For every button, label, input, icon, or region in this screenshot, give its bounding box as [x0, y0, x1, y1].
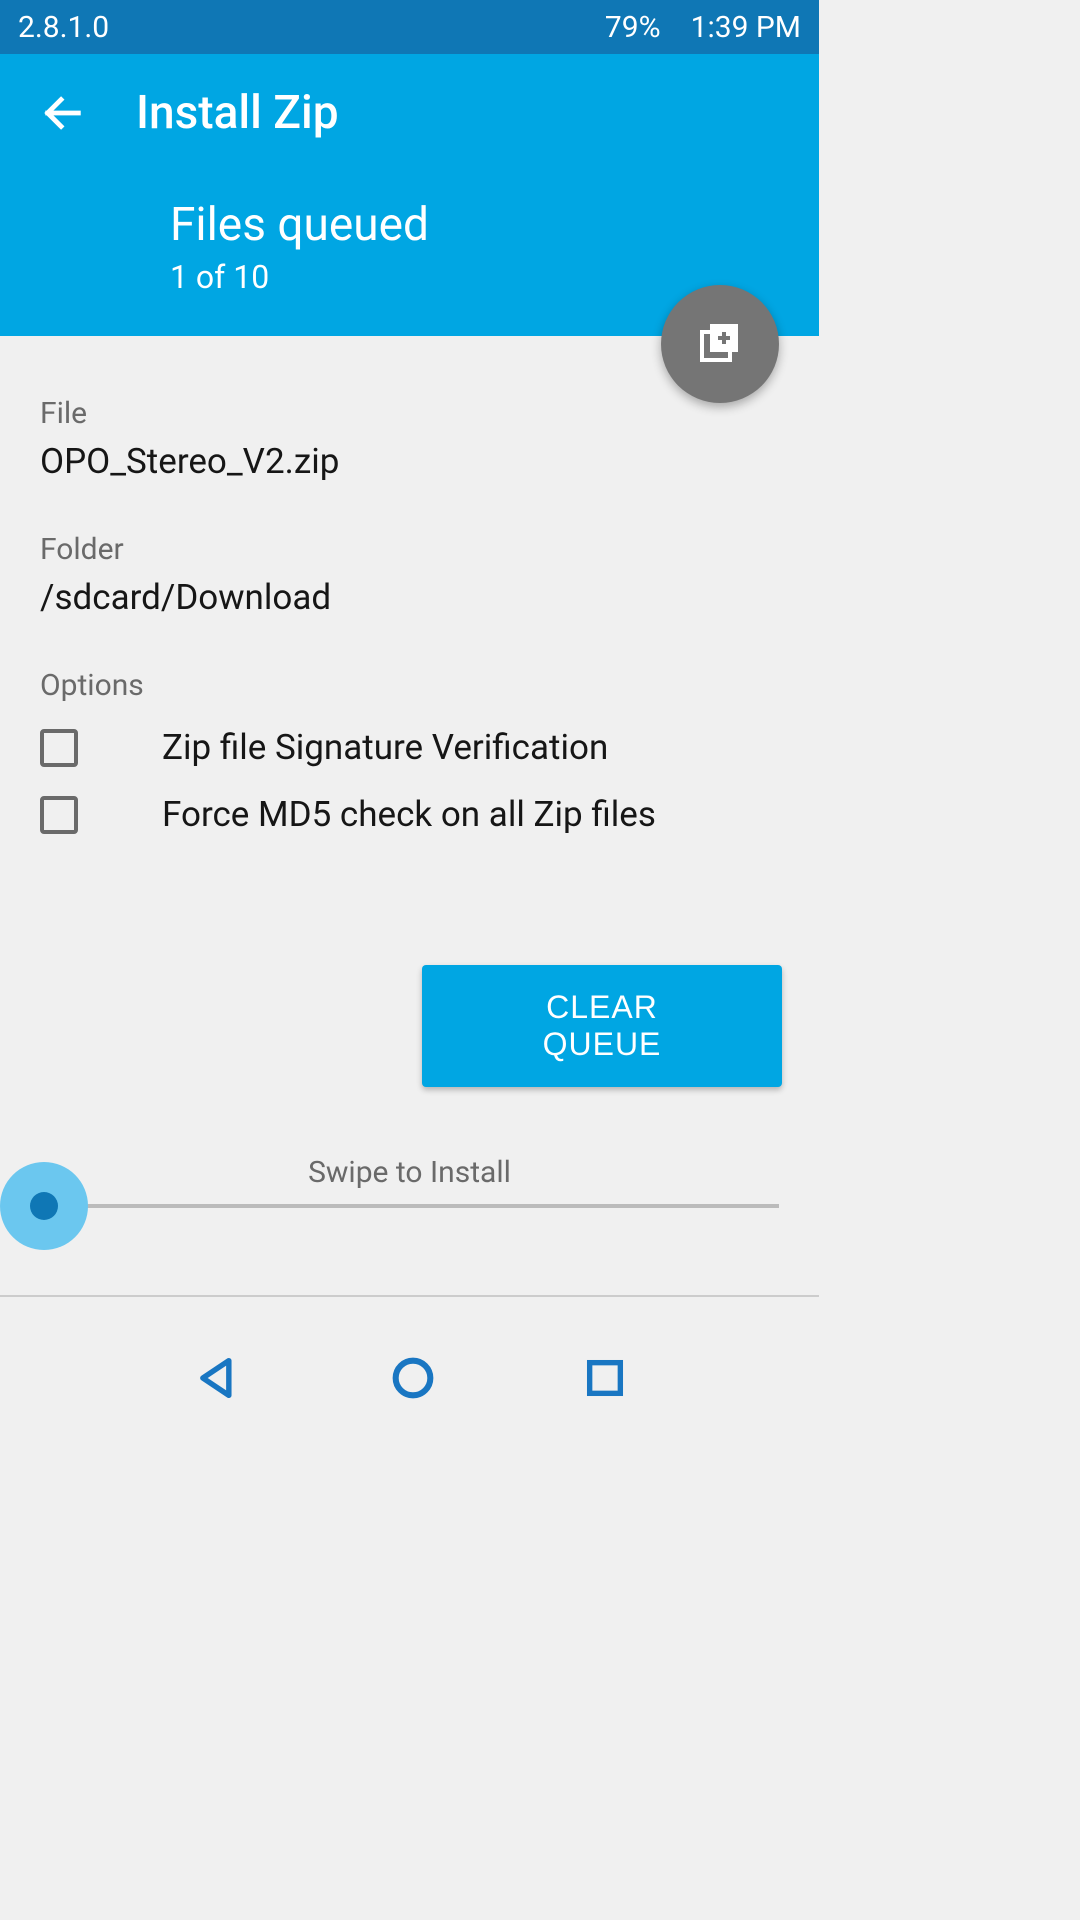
nav-back-icon[interactable] [192, 1352, 244, 1408]
file-value[interactable]: OPO_Stereo_V2.zip [40, 441, 779, 482]
queue-count: 1 of 10 [170, 258, 779, 296]
back-arrow-icon[interactable] [40, 90, 86, 136]
slider-track [40, 1204, 779, 1208]
swipe-label: Swipe to Install [308, 1155, 511, 1190]
option-signature-verification[interactable]: Zip file Signature Verification [40, 727, 779, 768]
add-to-queue-button[interactable] [661, 285, 779, 403]
swipe-to-install[interactable]: Swipe to Install [40, 1155, 779, 1208]
checkbox-icon [40, 796, 78, 834]
add-queue-icon [696, 318, 744, 370]
battery-text: 79% [605, 10, 661, 45]
time-text: 1:39 PM [691, 10, 801, 45]
queue-title: Files queued [170, 198, 779, 252]
folder-label: Folder [40, 532, 779, 567]
option-label: Force MD5 check on all Zip files [162, 794, 656, 835]
checkbox-icon [40, 729, 78, 767]
folder-value[interactable]: /sdcard/Download [40, 577, 779, 618]
slider-thumb[interactable] [0, 1162, 88, 1250]
divider [0, 1295, 819, 1297]
option-md5-check[interactable]: Force MD5 check on all Zip files [40, 794, 779, 835]
nav-bar [0, 1330, 819, 1430]
main-content: File OPO_Stereo_V2.zip Folder /sdcard/Do… [0, 336, 819, 881]
option-label: Zip file Signature Verification [162, 727, 608, 768]
nav-recent-icon[interactable] [582, 1355, 628, 1405]
version-text: 2.8.1.0 [18, 10, 109, 45]
page-title: Install Zip [136, 86, 339, 140]
options-heading: Options [40, 668, 779, 703]
status-bar: 2.8.1.0 79% 1:39 PM [0, 0, 819, 54]
file-label: File [40, 396, 779, 431]
nav-home-icon[interactable] [387, 1352, 439, 1408]
clear-queue-button[interactable]: CLEAR QUEUE [422, 965, 782, 1087]
